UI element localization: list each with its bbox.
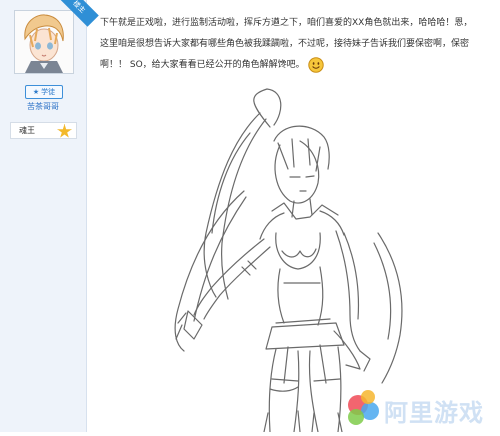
- username-link[interactable]: 苦茶哥哥: [0, 101, 86, 112]
- post-body: 下午就是正戏啦，进行监制活动啦，挥斥方遒之下，咱们喜爱的XX角色就出来，哈哈哈！…: [100, 13, 476, 76]
- star-icon: ★: [32, 88, 40, 96]
- user-sidebar: 楼主 ★ 学徒 苦茶哥哥 魂王: [0, 0, 99, 432]
- avatar-illustration: [15, 11, 73, 73]
- user-rank: 魂王: [10, 122, 77, 139]
- rank-medal-icon: [57, 124, 72, 138]
- rank-label: 魂王: [19, 126, 35, 135]
- site-watermark: 阿里游戏: [330, 381, 490, 429]
- post-content: 下午就是正戏啦，进行监制活动啦，挥斥方遒之下，咱们喜爱的XX角色就出来，哈哈哈！…: [90, 0, 500, 433]
- watermark-logo-icon: [348, 390, 379, 425]
- character-sketch-image: [124, 83, 424, 433]
- post-text: 下午就是正戏啦，进行监制活动啦，挥斥方遒之下，咱们喜爱的XX角色就出来，哈哈哈！…: [100, 18, 473, 70]
- character-sketch-drawing: [174, 88, 403, 433]
- user-avatar[interactable]: 楼主: [14, 0, 99, 74]
- level-label: 学徒: [41, 88, 56, 96]
- watermark-text: 阿里游戏: [384, 399, 484, 427]
- user-level-badge: ★ 学徒: [25, 85, 63, 99]
- smile-emoticon-icon: [307, 56, 324, 73]
